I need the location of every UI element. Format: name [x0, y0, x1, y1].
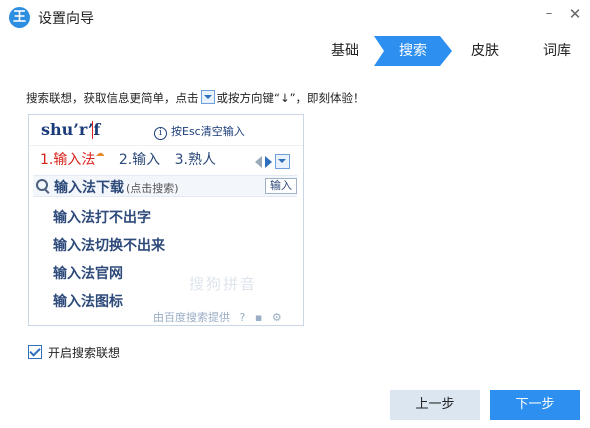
wizard-tabs: 基础 搜索 皮肤 词库: [300, 36, 590, 66]
enable-search-suggest-option[interactable]: 开启搜索联想: [28, 344, 120, 361]
tab-search-label: 搜索: [399, 43, 427, 59]
suggestion-item[interactable]: 输入法打不出字: [53, 207, 151, 227]
candidate-1[interactable]: 1.输入法☁: [40, 149, 104, 169]
minimize-button[interactable]: –: [538, 3, 560, 25]
composition-row: shu’r’f i 按Esc清空输入: [29, 115, 303, 146]
candidate-1-label: 1.输入法: [40, 152, 96, 168]
search-query-text: 输入法下载: [54, 180, 124, 196]
search-go-button[interactable]: 输入: [265, 178, 297, 194]
enable-search-suggest-label: 开启搜索联想: [48, 346, 121, 360]
app-logo-icon: 王: [9, 7, 30, 28]
candidate-list: 1.输入法☁ 2.输入 3.熟人: [40, 149, 226, 169]
help-icon[interactable]: ?: [240, 311, 246, 324]
tab-basic[interactable]: 基础: [320, 36, 370, 66]
instruction-part2: 或按方向键“↓”，即刻体验！: [216, 91, 365, 105]
tab-search[interactable]: 搜索: [374, 36, 452, 66]
esc-hint-label: 按Esc清空输入: [171, 125, 245, 138]
close-button[interactable]: ✕: [564, 3, 586, 25]
window-title: 设置向导: [38, 11, 94, 27]
expand-candidates-icon[interactable]: [275, 154, 290, 169]
search-query: 输入法下载 (点击搜索): [54, 177, 179, 197]
brand-watermark: 搜狗拼音: [189, 275, 258, 293]
next-step-button[interactable]: 下一步: [490, 390, 580, 420]
prev-page-icon[interactable]: [255, 155, 262, 168]
instruction-text: 搜索联想，获取信息更简单，点击 或按方向键“↓”，即刻体验！: [26, 90, 365, 106]
candidate-3[interactable]: 3.熟人: [175, 149, 216, 169]
candidate-2[interactable]: 2.输入: [119, 149, 160, 169]
instruction-part1: 搜索联想，获取信息更简单，点击: [26, 91, 199, 105]
enable-search-suggest-checkbox[interactable]: [28, 345, 42, 359]
candidate-nav: [255, 151, 290, 170]
ime-preview-panel: shu’r’f i 按Esc清空输入 1.输入法☁ 2.输入 3.熟人 输入法下载…: [28, 114, 304, 326]
gear-icon[interactable]: ⚙: [272, 311, 282, 324]
cloud-icon: ☁: [95, 149, 105, 159]
tab-lexicon[interactable]: 词库: [536, 36, 578, 66]
prev-step-button[interactable]: 上一步: [390, 390, 480, 420]
dropdown-arrow-icon: [200, 90, 215, 104]
provider-footer: 由百度搜索提供 ? ▪ ⚙: [153, 309, 282, 325]
search-suggestion-row[interactable]: 输入法下载 (点击搜索) 输入: [33, 175, 297, 197]
esc-clear-hint: i 按Esc清空输入: [154, 123, 245, 140]
provider-text: 由百度搜索提供: [153, 311, 230, 324]
suggestion-item[interactable]: 输入法图标: [53, 291, 123, 311]
search-icon: [36, 179, 48, 191]
search-query-hint: (点击搜索): [126, 182, 179, 195]
next-page-icon[interactable]: [265, 155, 272, 168]
suggestion-item[interactable]: 输入法切换不出来: [53, 235, 165, 255]
text-caret: [92, 121, 93, 139]
info-icon: i: [154, 127, 167, 140]
chat-icon[interactable]: ▪: [255, 311, 262, 324]
tab-skin[interactable]: 皮肤: [462, 36, 508, 66]
suggestion-item[interactable]: 输入法官网: [53, 263, 123, 283]
title-bar: 王 设置向导 – ✕: [0, 0, 590, 36]
